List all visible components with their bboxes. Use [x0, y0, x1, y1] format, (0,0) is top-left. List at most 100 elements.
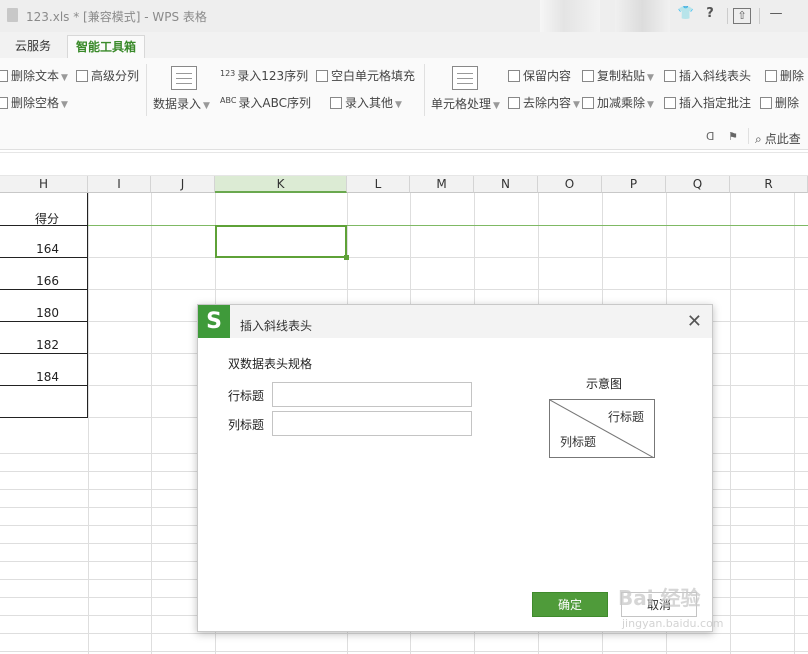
skin-icon[interactable]: 👕: [676, 6, 696, 26]
delete-label: 删除: [775, 96, 800, 110]
column-header-r[interactable]: R: [730, 176, 808, 193]
entry-other-button[interactable]: 录入其他 ▼: [330, 94, 402, 111]
dialog-title: 插入斜线表头: [240, 319, 313, 333]
column-header-i[interactable]: I: [88, 176, 151, 193]
blurred-region: [540, 0, 600, 32]
cell-h-value[interactable]: 180: [0, 306, 88, 320]
maximize-icon[interactable]: ⇧: [733, 8, 751, 24]
column-header-m[interactable]: M: [410, 176, 474, 193]
column-header-j[interactable]: J: [151, 176, 215, 193]
column-header-p[interactable]: P: [602, 176, 666, 193]
copy-paste-button[interactable]: 复制粘贴 ▼: [582, 67, 654, 84]
gridline: [0, 633, 808, 634]
column-header-l[interactable]: L: [347, 176, 410, 193]
entry-123-button[interactable]: 123 录入123序列: [220, 67, 308, 84]
search-button[interactable]: ⌕ 点此查: [755, 130, 801, 147]
entry-123-label: 录入123序列: [237, 69, 309, 83]
delete-label: 删除: [780, 69, 805, 83]
table-border: [0, 385, 88, 386]
table-border: [0, 417, 88, 418]
copy-paste-label: 复制粘贴: [597, 69, 646, 83]
chevron-down-icon: ▼: [573, 100, 580, 110]
search-label: 点此查: [764, 132, 801, 146]
arithmetic-label: 加减乘除: [597, 96, 646, 110]
column-header-n[interactable]: N: [474, 176, 538, 193]
tab-smart-toolbox[interactable]: 智能工具箱: [67, 35, 146, 58]
gridline: [88, 193, 89, 654]
cell-process-icon[interactable]: [452, 66, 478, 90]
table-border: [0, 225, 88, 226]
diagonal-header-icon: [664, 70, 676, 82]
row-title-input[interactable]: [272, 382, 472, 407]
chevron-down-icon: ▼: [61, 100, 68, 110]
cell-h-value[interactable]: 164: [0, 242, 88, 256]
cell-h-value[interactable]: 166: [0, 274, 88, 288]
insert-diagonal-header-button[interactable]: 插入斜线表头: [664, 67, 751, 84]
d-icon[interactable]: ᗡ: [706, 130, 714, 143]
close-icon[interactable]: ✕: [687, 311, 702, 332]
delete-space-button[interactable]: 删除空格 ▼: [0, 94, 68, 111]
keep-content-button[interactable]: 保留内容: [508, 67, 571, 84]
remove-content-button[interactable]: 去除内容 ▼: [508, 94, 580, 111]
table-border: [0, 321, 88, 322]
tab-cloud-service[interactable]: 云服务: [7, 35, 59, 58]
gridline: [151, 193, 152, 654]
baidu-watermark: Bai 经验: [618, 586, 701, 610]
chevron-down-icon: ▼: [203, 101, 210, 111]
table-border: [0, 257, 88, 258]
entry-abc-button[interactable]: ABC 录入ABC序列: [220, 94, 311, 111]
delete-text-button[interactable]: 删除文本 ▼: [0, 67, 68, 84]
table-border: [0, 353, 88, 354]
advanced-split-button[interactable]: 高级分列: [76, 67, 139, 84]
arithmetic-button[interactable]: 加减乘除 ▼: [582, 94, 654, 111]
help-icon[interactable]: ?: [700, 6, 720, 26]
selected-cell-k[interactable]: [215, 225, 349, 260]
minimize-icon[interactable]: —: [768, 6, 784, 26]
data-entry-label: 数据录入: [153, 97, 202, 111]
cell-process-button[interactable]: 单元格处理 ▼: [431, 95, 500, 112]
data-entry-icon[interactable]: [171, 66, 197, 90]
separator: [424, 64, 425, 116]
gridline: [794, 193, 795, 654]
cell-h-value[interactable]: 184: [0, 370, 88, 384]
chevron-down-icon: ▼: [647, 73, 654, 83]
chevron-down-icon: ▼: [493, 101, 500, 111]
section-title: 双数据表头规格: [228, 357, 313, 371]
column-title-label: 列标题: [228, 418, 265, 432]
cell-process-label: 单元格处理: [431, 97, 492, 111]
wps-logo-icon: S: [198, 305, 230, 338]
insert-comment-button[interactable]: 插入指定批注: [664, 94, 751, 111]
data-entry-button[interactable]: 数据录入 ▼: [153, 95, 210, 112]
chevron-down-icon: ▼: [61, 73, 68, 83]
column-header-o[interactable]: O: [538, 176, 602, 193]
entry-abc-label: 录入ABC序列: [238, 96, 312, 110]
chevron-down-icon: ▼: [395, 100, 402, 110]
column-header-h[interactable]: H: [0, 176, 88, 193]
separator: [727, 8, 728, 24]
delete-text-label: 删除文本: [11, 69, 60, 83]
flag-icon[interactable]: ⚑: [728, 130, 738, 143]
gridline: [0, 651, 808, 652]
document-icon: [7, 8, 18, 22]
keep-content-icon: [508, 70, 520, 82]
title-bar: 123.xls * [兼容模式] - WPS 表格 👕 ? ⇧ —: [0, 0, 808, 32]
delete-button[interactable]: 删除: [765, 67, 804, 84]
column-header-k[interactable]: K: [215, 176, 347, 193]
window-title: 123.xls * [兼容模式] - WPS 表格: [26, 10, 207, 24]
ok-button[interactable]: 确定: [532, 592, 608, 617]
preview-row-title: 行标题: [608, 410, 645, 424]
formula-bar[interactable]: [0, 152, 808, 176]
separator: [759, 8, 760, 24]
comment-icon: [664, 97, 676, 109]
delete-icon: [765, 70, 777, 82]
column-title-input[interactable]: [272, 411, 472, 436]
blank-fill-button[interactable]: 空白单元格填充: [316, 67, 415, 84]
row-title-label: 行标题: [228, 389, 265, 403]
remove-content-label: 去除内容: [523, 96, 572, 110]
table-border: [0, 289, 88, 290]
cell-h-value[interactable]: 182: [0, 338, 88, 352]
delete-button-2[interactable]: 删除: [760, 94, 799, 111]
column-header-q[interactable]: Q: [666, 176, 730, 193]
ribbon: 删除文本 ▼ 高级分列 删除空格 ▼ 数据录入 ▼ 123 录入123序列 空白单元格填…: [0, 58, 808, 150]
dialog-header: S 插入斜线表头 ✕: [198, 305, 712, 338]
